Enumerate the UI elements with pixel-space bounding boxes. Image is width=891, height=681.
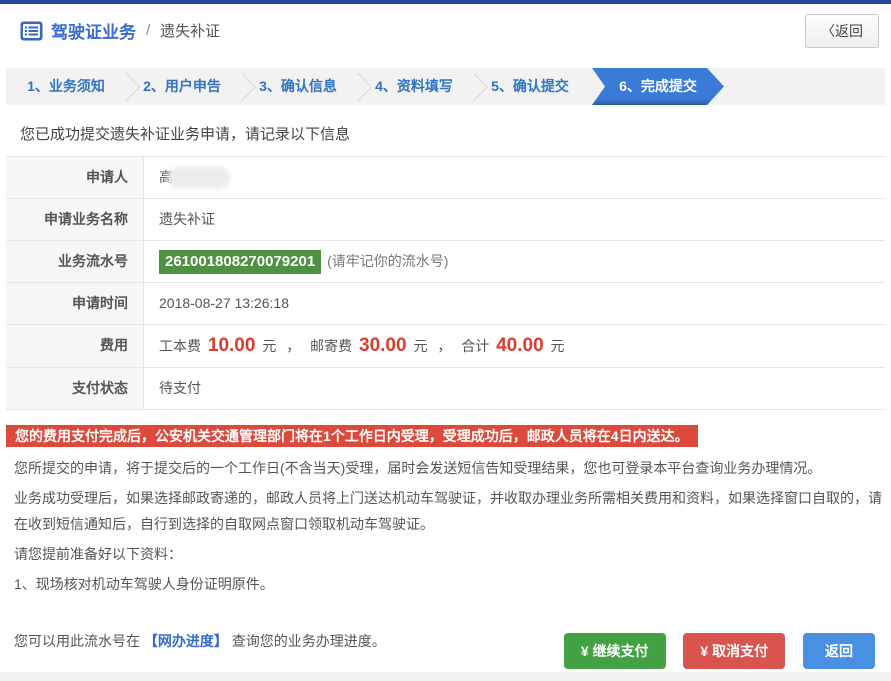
page-title: 驾驶证业务 bbox=[51, 18, 136, 43]
fee-total-unit: 元 bbox=[551, 338, 565, 354]
application-info-table: 申请人 高 申请业务名称 遗失补证 业务流水号 2610018082700792… bbox=[6, 156, 885, 410]
step-1-notice[interactable]: 1、业务须知 bbox=[6, 68, 126, 105]
footer-strip bbox=[0, 672, 891, 681]
back-button-top[interactable]: 〈返回 bbox=[805, 14, 879, 48]
fee-total-amount: 40.00 bbox=[496, 335, 544, 356]
serial-label: 业务流水号 bbox=[6, 241, 144, 282]
payment-alert-banner: 您的费用支付完成后，公安机关交通管理部门将在1个工作日内受理，受理成功后，邮政人… bbox=[6, 425, 698, 447]
action-buttons: ¥ 继续支付 ¥ 取消支付 返回 bbox=[0, 633, 891, 669]
fee-part1-unit: 元 bbox=[262, 338, 276, 354]
pay-status-value: 待支付 bbox=[144, 368, 885, 409]
fee-separator: ， bbox=[286, 338, 300, 354]
applicant-label: 申请人 bbox=[6, 157, 144, 198]
notice-acceptance: 您所提交的申请，将于提交后的一个工作日(不含当天)受理，届时会发送短信告知受理结… bbox=[14, 455, 885, 481]
continue-pay-button[interactable]: ¥ 继续支付 bbox=[564, 633, 666, 669]
fee-part2-name: 邮寄费 bbox=[310, 338, 352, 354]
serial-value: 261001808270079201 (请牢记你的流水号) bbox=[144, 241, 885, 282]
apply-time-value: 2018-08-27 13:26:18 bbox=[144, 283, 885, 324]
business-name-value: 遗失补证 bbox=[144, 199, 885, 240]
serial-number-badge: 261001808270079201 bbox=[159, 250, 321, 274]
pay-status-label: 支付状态 bbox=[6, 368, 144, 409]
success-message: 您已成功提交遗失补证业务申请，请记录以下信息 bbox=[20, 123, 891, 144]
applicant-value: 高 bbox=[144, 157, 885, 198]
return-button[interactable]: 返回 bbox=[803, 633, 875, 669]
fee-separator: ， bbox=[437, 338, 451, 354]
apply-time-label: 申请时间 bbox=[6, 283, 144, 324]
step-6-complete-active[interactable]: 6、完成提交 bbox=[592, 68, 724, 105]
step-wizard: 1、业务须知 2、用户申告 3、确认信息 4、资料填写 5、确认提交 6、完成提… bbox=[6, 68, 885, 105]
notice-prepare: 请您提前准备好以下资料： bbox=[14, 541, 885, 567]
breadcrumb-current: 遗失补证 bbox=[160, 20, 220, 41]
serial-note: (请牢记你的流水号) bbox=[327, 253, 448, 269]
redaction-mask bbox=[168, 167, 230, 189]
table-row-serial: 业务流水号 261001808270079201 (请牢记你的流水号) bbox=[6, 241, 885, 283]
fee-value: 工本费 10.00 元 ， 邮寄费 30.00 元 ， 合计 40.00 元 bbox=[144, 325, 885, 367]
cancel-pay-button[interactable]: ¥ 取消支付 bbox=[683, 633, 785, 669]
fee-part1-amount: 10.00 bbox=[208, 335, 256, 356]
fee-part2-amount: 30.00 bbox=[359, 335, 407, 356]
notice-delivery: 业务成功受理后，如果选择邮政寄递的，邮政人员将上门送达机动车驾驶证，并收取办理业… bbox=[14, 485, 885, 537]
fee-total-name: 合计 bbox=[461, 338, 489, 354]
table-row-fee: 费用 工本费 10.00 元 ， 邮寄费 30.00 元 ， 合计 40.00 … bbox=[6, 325, 885, 368]
fee-part1-name: 工本费 bbox=[159, 338, 201, 354]
table-row-apply-time: 申请时间 2018-08-27 13:26:18 bbox=[6, 283, 885, 325]
page-header: 驾驶证业务 / 遗失补证 〈返回 bbox=[0, 4, 891, 56]
fee-label: 费用 bbox=[6, 325, 144, 367]
list-icon bbox=[20, 21, 43, 41]
notice-id-original: 1、现场核对机动车驾驶人身份证明原件。 bbox=[14, 571, 885, 597]
breadcrumb-separator: / bbox=[146, 22, 150, 39]
notice-paragraphs: 您所提交的申请，将于提交后的一个工作日(不含当天)受理，届时会发送短信告知受理结… bbox=[6, 455, 885, 597]
table-row-applicant: 申请人 高 bbox=[6, 157, 885, 199]
business-name-label: 申请业务名称 bbox=[6, 199, 144, 240]
breadcrumb: 驾驶证业务 / 遗失补证 bbox=[20, 18, 881, 43]
table-row-business-name: 申请业务名称 遗失补证 bbox=[6, 199, 885, 241]
page: 驾驶证业务 / 遗失补证 〈返回 1、业务须知 2、用户申告 3、确认信息 4、… bbox=[0, 0, 891, 681]
table-row-pay-status: 支付状态 待支付 bbox=[6, 368, 885, 410]
fee-part2-unit: 元 bbox=[413, 338, 427, 354]
